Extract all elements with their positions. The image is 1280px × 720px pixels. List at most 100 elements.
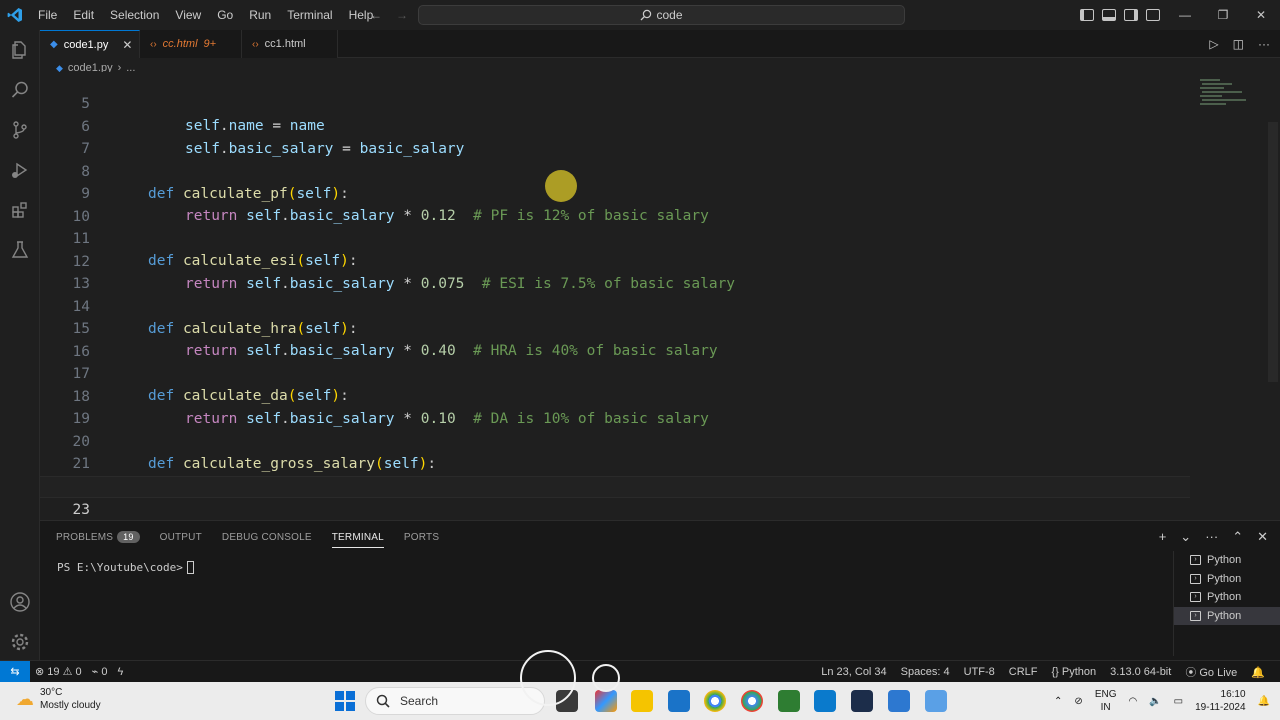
run-debug-icon[interactable] — [0, 150, 40, 190]
app-icon[interactable] — [778, 690, 800, 712]
split-editor-icon[interactable]: ◫ — [1233, 37, 1244, 51]
python-interpreter[interactable]: 3.13.0 64-bit — [1105, 666, 1176, 678]
menu-selection[interactable]: Selection — [102, 0, 167, 30]
terminal-instance[interactable]: › Python — [1174, 588, 1280, 607]
terminal-output[interactable]: PS E:\Youtube\code> — [57, 561, 194, 574]
vscode-taskbar-icon[interactable] — [814, 690, 836, 712]
file-explorer-icon[interactable] — [631, 690, 653, 712]
chevron-up-icon[interactable]: ⌃ — [1054, 696, 1062, 707]
new-terminal-icon[interactable]: + — [1159, 529, 1167, 545]
copilot-icon[interactable] — [595, 690, 617, 712]
terminal-instance-active[interactable]: › Python — [1174, 606, 1280, 625]
extensions-icon[interactable] — [0, 190, 40, 230]
remote-indicator-icon[interactable]: ⇆ — [0, 660, 30, 683]
close-panel-icon[interactable]: ✕ — [1257, 529, 1268, 545]
bottom-panel: PROBLEMS 19 OUTPUT DEBUG CONSOLE TERMINAL… — [40, 520, 1280, 660]
weather-widget[interactable]: ☁ 30°C Mostly cloudy — [16, 686, 101, 712]
language-indicator[interactable]: ENG IN — [1095, 688, 1117, 714]
close-window-button[interactable]: ✕ — [1242, 0, 1280, 30]
toggle-panel-icon[interactable] — [1102, 9, 1116, 21]
maximize-panel-icon[interactable]: ⌃ — [1232, 529, 1243, 545]
indentation[interactable]: Spaces: 4 — [896, 666, 955, 678]
account-icon[interactable] — [0, 582, 40, 622]
search-view-icon[interactable] — [0, 70, 40, 110]
tab-cc1-html[interactable]: ‹› cc1.html — [242, 30, 338, 58]
notification-icon[interactable]: 🔔 — [1258, 696, 1270, 707]
code-line: 20 def calculate_gross_salary(self): — [40, 409, 1190, 472]
tab-cc-html[interactable]: ‹› cc.html 9+ — [140, 30, 242, 58]
chevron-down-icon[interactable]: ⌄ — [1180, 529, 1191, 545]
testing-icon[interactable] — [0, 230, 40, 270]
code-line: 7 — [40, 116, 1190, 157]
command-center[interactable]: code — [418, 5, 905, 25]
encoding[interactable]: UTF-8 — [959, 666, 1000, 678]
line-ending[interactable]: CRLF — [1004, 666, 1043, 678]
more-actions-icon[interactable]: ··· — [1258, 37, 1270, 51]
language-mode[interactable]: {} Python — [1047, 666, 1102, 678]
terminal-cursor — [186, 561, 194, 574]
volume-icon[interactable]: 🔈 — [1149, 696, 1161, 707]
clock[interactable]: 16:10 19-11-2024 — [1195, 688, 1245, 714]
settings-gear-icon[interactable] — [0, 622, 40, 662]
terminal-instance[interactable]: › Python — [1174, 551, 1280, 570]
clock-date: 19-11-2024 — [1195, 702, 1246, 713]
terminal-app-icon[interactable] — [851, 690, 873, 712]
notifications-bell-icon[interactable]: 🔔 — [1246, 666, 1270, 679]
tab-output[interactable]: OUTPUT — [160, 532, 202, 543]
code-line: 19 — [40, 386, 1190, 427]
menu-run[interactable]: Run — [241, 0, 279, 30]
terminal-icon: › — [1190, 610, 1201, 621]
customize-layout-icon[interactable] — [1146, 9, 1160, 21]
back-arrow-icon[interactable]: ← — [370, 8, 382, 22]
close-tab-icon[interactable]: ✕ — [122, 38, 132, 52]
go-live-button[interactable]: ⦿ Go Live — [1180, 664, 1242, 680]
code-line: 22 — [40, 454, 1190, 495]
ports-status[interactable]: ⌁ 0 — [87, 665, 113, 678]
tab-problems[interactable]: PROBLEMS 19 — [56, 531, 140, 543]
editor-scrollbar[interactable] — [1268, 122, 1278, 382]
menu-go[interactable]: Go — [209, 0, 241, 30]
notepad-icon[interactable] — [888, 690, 910, 712]
tab-debug-console[interactable]: DEBUG CONSOLE — [222, 532, 312, 543]
cursor-position[interactable]: Ln 23, Col 34 — [816, 666, 891, 678]
menu-terminal[interactable]: Terminal — [279, 0, 340, 30]
toggle-sidebar-icon[interactable] — [1080, 9, 1094, 21]
menu-file[interactable]: File — [30, 0, 65, 30]
code-line: 21 return self.basic_salary + self.calcu… — [40, 431, 1190, 494]
wifi-icon[interactable]: ◠ — [1128, 696, 1137, 707]
source-control-icon[interactable] — [0, 110, 40, 150]
click-ring-overlay — [592, 664, 620, 692]
chrome-profile-icon[interactable] — [741, 690, 763, 712]
activity-bar — [0, 30, 40, 660]
code-editor[interactable]: 5 self.name = name 6 self.basic_salary =… — [40, 72, 1280, 520]
snipping-tool-icon[interactable] — [925, 690, 947, 712]
tab-terminal[interactable]: TERMINAL — [331, 532, 384, 548]
battery-icon[interactable]: ▭ — [1174, 696, 1183, 707]
forward-arrow-icon[interactable]: → — [396, 8, 408, 22]
minimize-button[interactable]: — — [1166, 0, 1204, 30]
line-number: 23 — [72, 502, 90, 518]
network-off-icon[interactable]: ⊘ — [1074, 696, 1082, 707]
status-right: Ln 23, Col 34 Spaces: 4 UTF-8 CRLF {} Py… — [816, 661, 1270, 683]
tab-code1-py[interactable]: ◆ code1.py ✕ — [40, 30, 140, 58]
panel-actions: + ⌄ ··· ⌃ ✕ — [1159, 529, 1268, 545]
toggle-secondary-sidebar-icon[interactable] — [1124, 9, 1138, 21]
explorer-icon[interactable] — [0, 30, 40, 70]
lightning-icon[interactable]: ϟ — [112, 666, 128, 678]
windows-start-icon[interactable] — [335, 691, 355, 711]
more-actions-icon[interactable]: ··· — [1205, 529, 1218, 545]
language-label: Python — [1061, 666, 1097, 678]
problems-status[interactable]: ⊗ 19 ⚠ 0 — [30, 665, 87, 678]
restore-button[interactable]: ❐ — [1204, 0, 1242, 30]
chrome-icon[interactable] — [704, 690, 726, 712]
taskbar-search[interactable]: Search — [365, 687, 545, 715]
minimap[interactable] — [1196, 77, 1246, 107]
tab-ports[interactable]: PORTS — [404, 532, 439, 543]
menu-view[interactable]: View — [167, 0, 209, 30]
code-line: 8 def calculate_pf(self): — [40, 139, 1190, 202]
calculator-icon[interactable] — [668, 690, 690, 712]
run-play-icon[interactable]: ▷ — [1209, 37, 1218, 51]
cloud-icon: ☁ — [16, 688, 34, 709]
menu-edit[interactable]: Edit — [65, 0, 102, 30]
terminal-instance[interactable]: › Python — [1174, 570, 1280, 589]
